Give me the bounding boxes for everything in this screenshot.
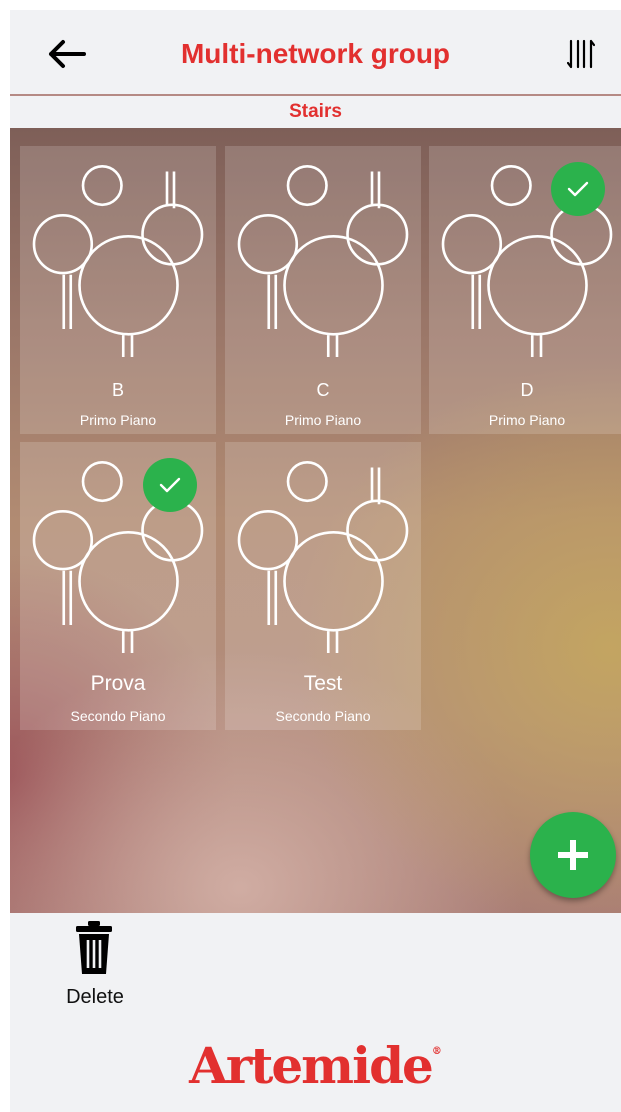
device-tile-test[interactable]: Test Secondo Piano xyxy=(225,442,421,730)
page-title: Multi-network group xyxy=(180,38,451,69)
selected-check-icon xyxy=(551,162,605,216)
sort-button[interactable] xyxy=(559,32,603,76)
selected-check-icon xyxy=(143,458,197,512)
sort-arrows-icon xyxy=(567,39,595,69)
device-tile-prova[interactable]: Prova Secondo Piano xyxy=(20,442,216,730)
device-tile-d[interactable]: D Primo Piano xyxy=(429,146,621,434)
device-floor: Primo Piano xyxy=(488,412,566,428)
device-floor: Primo Piano xyxy=(79,412,157,428)
lamp-icon xyxy=(237,164,409,359)
add-device-button[interactable] xyxy=(530,812,616,898)
plus-icon xyxy=(558,840,588,870)
lamp-icon xyxy=(237,460,409,655)
back-button[interactable] xyxy=(38,32,94,76)
device-floor: Secondo Piano xyxy=(70,708,166,724)
device-grid: B Primo Piano C Primo Piano D Primo Pian… xyxy=(10,128,621,913)
app-screen: Multi-network group Stairs B Primo Piano… xyxy=(10,10,621,1112)
device-name: D xyxy=(520,380,534,400)
delete-button[interactable]: Delete xyxy=(50,920,140,1016)
device-name: Prova xyxy=(90,672,146,695)
device-floor: Primo Piano xyxy=(284,412,362,428)
arrow-left-icon xyxy=(49,40,86,68)
group-name: Stairs xyxy=(289,101,342,122)
device-name: C xyxy=(316,380,330,400)
device-tile-b[interactable]: B Primo Piano xyxy=(20,146,216,434)
app-header: Multi-network group xyxy=(10,10,621,94)
device-tile-c[interactable]: C Primo Piano xyxy=(225,146,421,434)
device-floor: Secondo Piano xyxy=(275,708,371,724)
artemide-logo: Artemide® xyxy=(189,1036,442,1095)
trash-icon xyxy=(76,921,112,974)
device-name: Test xyxy=(303,672,343,695)
lamp-icon xyxy=(32,164,204,359)
delete-label: Delete xyxy=(66,986,124,1008)
device-name: B xyxy=(111,380,124,400)
